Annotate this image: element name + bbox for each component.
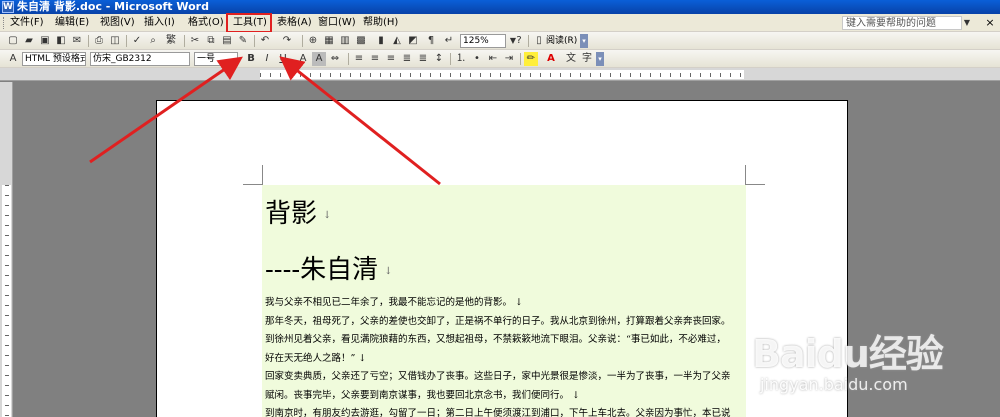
insert-table-icon[interactable]: ▥ xyxy=(338,34,352,48)
insert-excel-icon[interactable]: ▩ xyxy=(354,34,368,48)
close-document-icon[interactable]: × xyxy=(984,16,996,30)
distributed-icon[interactable]: ≣ xyxy=(416,52,430,66)
print-preview-icon[interactable]: ◫ xyxy=(108,34,122,48)
char-scaling-icon[interactable]: ⇔ xyxy=(328,52,342,66)
vertical-ruler[interactable] xyxy=(0,82,13,417)
open-folder-icon[interactable]: ▰ xyxy=(22,34,36,48)
help-dropdown-icon[interactable]: ▼ xyxy=(962,16,972,30)
char-border-button[interactable]: A xyxy=(296,52,310,66)
menu-format[interactable]: 格式(O) xyxy=(188,14,224,32)
new-document-icon[interactable]: ▢ xyxy=(6,34,20,48)
tables-borders-icon[interactable]: ▦ xyxy=(322,34,336,48)
phonetic-icon[interactable]: 文 xyxy=(564,52,578,66)
doc-line: 那年冬天，祖母死了，父亲的差使也交卸了，正是祸不单行的日子。我从北京到徐州，打算… xyxy=(265,315,731,327)
underline-button[interactable]: U xyxy=(276,52,290,66)
paste-icon[interactable]: ▤ xyxy=(220,34,234,48)
doc-line: 我与父亲不相见已二年余了，我最不能忘记的是他的背影。 ↓ xyxy=(265,297,523,308)
horizontal-ruler[interactable] xyxy=(0,68,1000,81)
columns-icon[interactable]: ▮ xyxy=(374,34,388,48)
menu-edit[interactable]: 编辑(E) xyxy=(55,14,89,32)
title-bar: W 朱自清 背影.doc - Microsoft Word xyxy=(0,0,1000,14)
doc-line: 到南京时，有朋友约去游逛，勾留了一日；第二日上午便须渡江到浦口，下午上车北去。父… xyxy=(265,408,731,417)
doc-title: 背影 ↓ xyxy=(265,199,332,229)
word-app-icon[interactable]: W xyxy=(2,1,14,13)
decrease-indent-icon[interactable]: ⇤ xyxy=(486,52,500,66)
document-map-icon[interactable]: ◩ xyxy=(406,34,420,48)
font-name-select[interactable]: 仿宋_GB2312 xyxy=(90,52,190,66)
reading-layout-icon[interactable]: ▯ xyxy=(532,34,546,48)
spelling-icon[interactable]: ✓ xyxy=(130,34,144,48)
zoom-select[interactable]: 125% xyxy=(460,34,506,48)
undo-icon[interactable]: ↶ xyxy=(258,34,272,48)
menu-bar: 文件(F) 编辑(E) 视图(V) 插入(I) 格式(O) 工具(T) 表格(A… xyxy=(0,14,1000,32)
doc-line: 好在天无绝人之路！” ↓ xyxy=(265,352,367,364)
crop-mark-top-right xyxy=(745,165,765,185)
doc-author: ----朱自清 ↓ xyxy=(265,255,393,285)
research-icon[interactable]: ⌕ xyxy=(146,34,160,48)
enclose-character-icon[interactable]: 字 xyxy=(580,52,594,66)
crop-mark-top-left xyxy=(243,165,263,185)
email-icon[interactable]: ✉ xyxy=(70,34,84,48)
font-size-select[interactable]: 一号 xyxy=(194,52,238,66)
style-select[interactable]: HTML 预设格式 xyxy=(22,52,86,66)
help-search-input[interactable]: 键入需要帮助的问题 xyxy=(842,16,962,30)
align-right-icon[interactable]: ≡ xyxy=(384,52,398,66)
numbering-icon[interactable]: ⒈ xyxy=(454,52,468,66)
toolbar-options-icon[interactable]: ▾ xyxy=(580,34,588,48)
show-hide-icon[interactable]: ¶ xyxy=(424,34,438,48)
menu-insert[interactable]: 插入(I) xyxy=(144,14,175,32)
justify-icon[interactable]: ≣ xyxy=(400,52,414,66)
window-title: 朱自清 背影.doc - Microsoft Word xyxy=(17,0,209,13)
permission-icon[interactable]: ◧ xyxy=(54,34,68,48)
standard-toolbar: ▢ ▰ ▣ ◧ ✉ ⎙ ◫ ✓ ⌕ 繁 ✂ ⧉ ▤ ✎ ↶ ↷ ⊕ ▦ ▥ ▩ … xyxy=(0,32,1000,50)
tools-menu-highlight-box xyxy=(226,13,272,33)
bullets-icon[interactable]: • xyxy=(470,52,484,66)
selected-text-area[interactable]: 背影 ↓ ----朱自清 ↓ 我与父亲不相见已二年余了，我最不能忘记的是他的背影。 … xyxy=(262,185,746,417)
char-shading-button[interactable]: A xyxy=(312,52,326,66)
formatting-toolbar: A HTML 预设格式 仿宋_GB2312 一号 B I U A A ⇔ ≡ ≡… xyxy=(0,50,1000,68)
styles-formatting-icon[interactable]: A xyxy=(6,52,20,66)
menu-file[interactable]: 文件(F) xyxy=(10,14,44,32)
align-left-icon[interactable]: ≡ xyxy=(352,52,366,66)
menu-help[interactable]: 帮助(H) xyxy=(363,14,398,32)
hyperlink-icon[interactable]: ⊕ xyxy=(306,34,320,48)
bold-button[interactable]: B xyxy=(244,52,258,66)
format-painter-icon[interactable]: ✎ xyxy=(236,34,250,48)
menubar-grip-icon[interactable] xyxy=(3,17,6,29)
paragraph-mark-icon[interactable]: ↵ xyxy=(442,34,456,48)
cut-icon[interactable]: ✂ xyxy=(188,34,202,48)
italic-button[interactable]: I xyxy=(260,52,274,66)
baidu-jingyan-watermark: Baidu经验 jingyan.baidu.com xyxy=(752,323,992,413)
drawing-icon[interactable]: ◭ xyxy=(390,34,404,48)
save-icon[interactable]: ▣ xyxy=(38,34,52,48)
doc-line: 赋闲。丧事完毕，父亲要到南京谋事，我也要回北京念书，我们便同行。 ↓ xyxy=(265,389,580,401)
align-center-icon[interactable]: ≡ xyxy=(368,52,382,66)
read-button[interactable]: 阅读(R) xyxy=(546,34,577,48)
traditional-chinese-icon[interactable]: 繁 xyxy=(164,34,178,48)
menu-view[interactable]: 视图(V) xyxy=(100,14,135,32)
doc-body: 我与父亲不相见已二年余了，我最不能忘记的是他的背影。 ↓ 那年冬天，祖母死了，父… xyxy=(265,294,745,417)
menu-window[interactable]: 窗口(W) xyxy=(318,14,356,32)
redo-icon[interactable]: ↷ xyxy=(280,34,294,48)
copy-icon[interactable]: ⧉ xyxy=(204,34,218,48)
increase-indent-icon[interactable]: ⇥ xyxy=(502,52,516,66)
document-page[interactable]: 背影 ↓ ----朱自清 ↓ 我与父亲不相见已二年余了，我最不能忘记的是他的背影。 … xyxy=(156,100,848,417)
baidu-logo: Baidu经验 xyxy=(752,332,944,376)
watermark-url: jingyan.baidu.com xyxy=(760,375,908,394)
menu-table[interactable]: 表格(A) xyxy=(277,14,312,32)
help-icon[interactable]: ? xyxy=(512,34,526,48)
highlight-icon[interactable]: ✏ xyxy=(524,52,538,66)
doc-line: 到徐州见着父亲，看见满院狼藉的东西，又想起祖母，不禁簌簌地流下眼泪。父亲说：“事… xyxy=(265,334,726,345)
print-icon[interactable]: ⎙ xyxy=(92,34,106,48)
format-toolbar-options-icon[interactable]: ▾ xyxy=(596,52,604,66)
doc-line: 回家变卖典质，父亲还了亏空；又借钱办了丧事。这些日子，家中光景很是惨淡，一半为了… xyxy=(265,371,731,382)
line-spacing-icon[interactable]: ↕ xyxy=(432,52,446,66)
font-color-icon[interactable]: A xyxy=(544,52,558,66)
